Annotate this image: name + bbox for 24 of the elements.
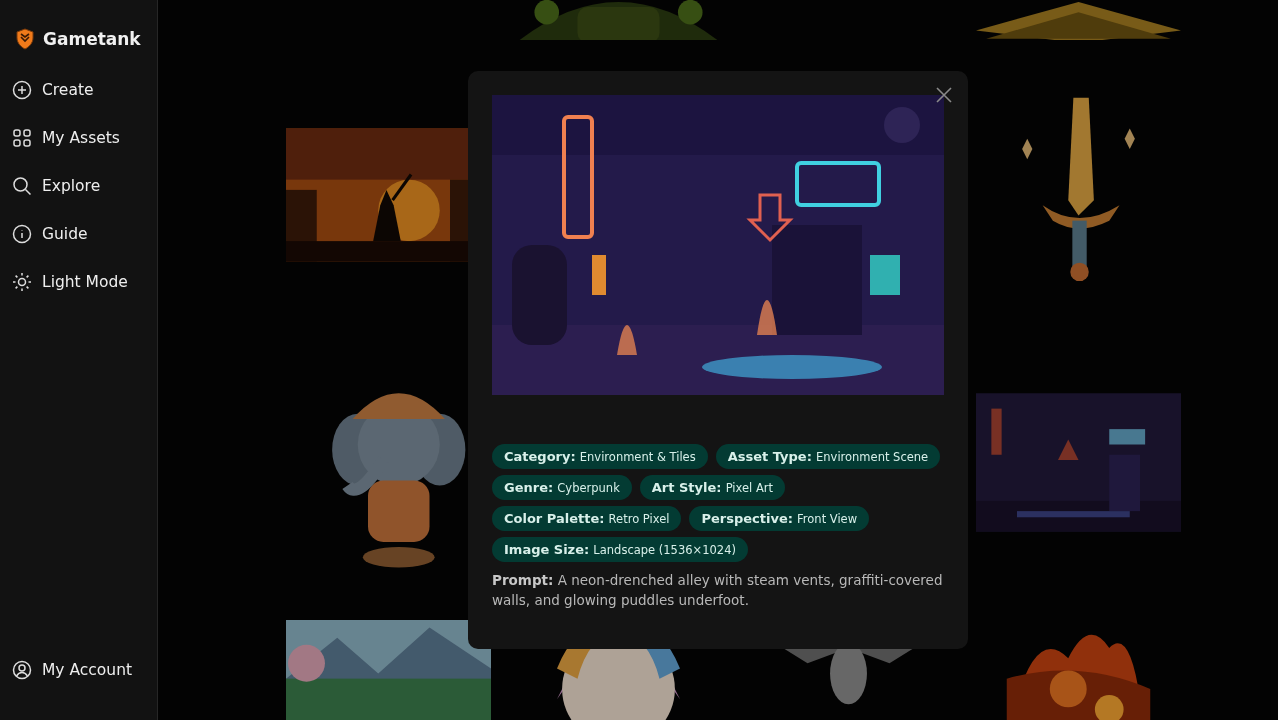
tag: Asset Type: Environment Scene [715, 444, 941, 469]
tag: Perspective: Front View [689, 506, 870, 531]
nav-item[interactable]: Light Mode [0, 258, 157, 306]
brand-name: Gametank [43, 29, 141, 49]
user-circle-icon [12, 660, 32, 680]
nav-item[interactable]: Guide [0, 210, 157, 258]
nav-item[interactable]: Explore [0, 162, 157, 210]
account-link[interactable]: My Account [0, 646, 157, 694]
sun-icon [12, 272, 32, 292]
nav-item[interactable]: Create [0, 66, 157, 114]
nav-item[interactable]: My Assets [0, 114, 157, 162]
prompt-text: Prompt: A neon-drenched alley with steam vents, graffiti-covered walls, and glowing puddles underfoot. [492, 571, 944, 610]
tag: Art Style: Pixel Art [639, 475, 786, 500]
tag: Category: Environment & Tiles [492, 444, 708, 469]
tag: Genre: Cyberpunk [492, 475, 632, 500]
info-icon [12, 224, 32, 244]
tag: Color Palette: Retro Pixel [492, 506, 682, 531]
search-icon [12, 176, 32, 196]
close-button[interactable] [936, 87, 952, 103]
tag: Image Size: Landscape (1536×1024) [492, 537, 748, 562]
close-icon [936, 87, 952, 103]
grid-icon [12, 128, 32, 148]
shield-logo-icon [15, 28, 35, 50]
plus-circle-icon [12, 80, 32, 100]
